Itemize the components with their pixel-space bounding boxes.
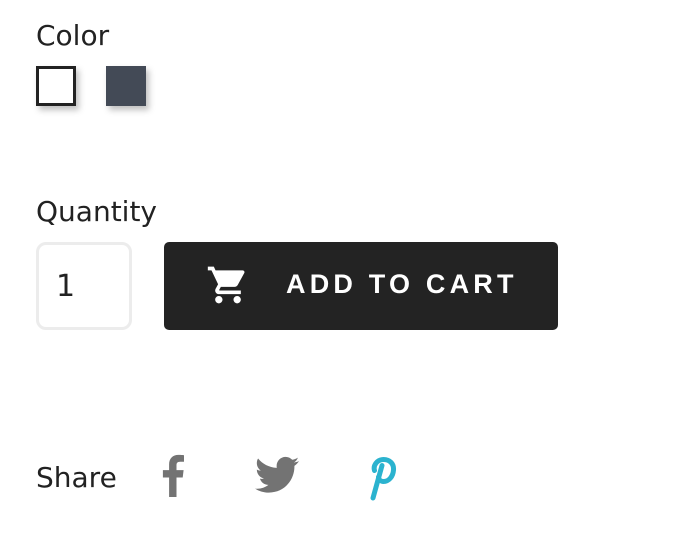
facebook-icon[interactable] [161,453,185,497]
quantity-input[interactable] [36,242,132,330]
add-to-cart-label: ADD TO CART [286,269,518,299]
share-label: Share [36,461,117,494]
twitter-icon[interactable] [255,456,299,494]
add-to-cart-button[interactable]: ADD TO CART [164,242,558,330]
pinterest-icon[interactable] [360,450,402,502]
color-swatch-white[interactable] [36,66,76,106]
cart-icon [207,266,245,304]
quantity-label: Quantity [36,195,157,228]
product-options: Color Quantity ADD TO CART Share [0,0,684,550]
color-swatch-slate[interactable] [106,66,146,106]
color-label: Color [36,19,110,52]
